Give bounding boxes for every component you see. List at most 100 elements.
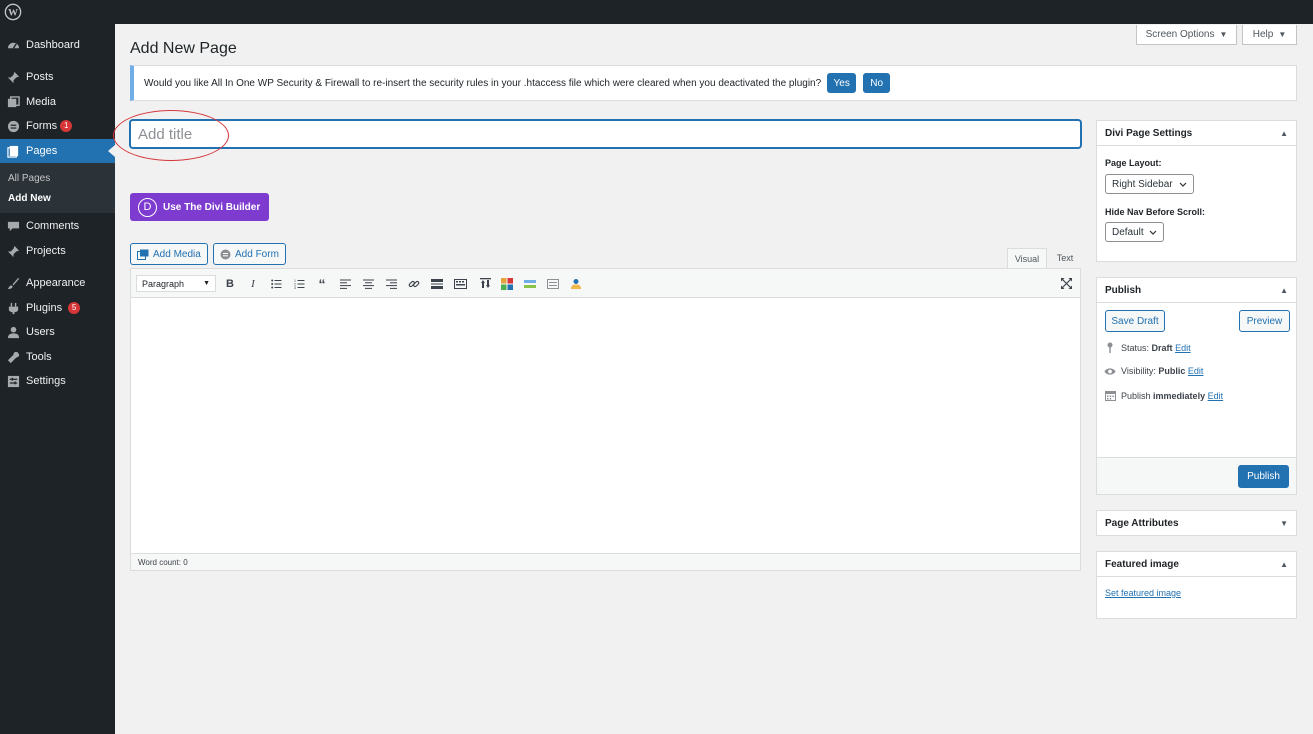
divi-builder-label: Use The Divi Builder	[163, 201, 261, 213]
set-featured-image-link[interactable]: Set featured image	[1105, 588, 1181, 598]
align-center-icon[interactable]	[359, 275, 377, 292]
sidebar-item-appearance[interactable]: Appearance	[0, 271, 115, 295]
pin-icon	[6, 70, 20, 84]
pin-icon	[6, 244, 20, 258]
tab-text[interactable]: Text	[1049, 248, 1081, 268]
bold-icon[interactable]: B	[221, 275, 239, 292]
editor-content-area[interactable]	[131, 298, 1080, 553]
edit-visibility-link[interactable]: Edit	[1188, 366, 1204, 376]
hide-nav-select[interactable]: Default	[1105, 222, 1164, 242]
edit-status-link[interactable]: Edit	[1175, 343, 1191, 353]
content-editor: Paragraph ▼ B I 123 “ Word count: 0	[130, 268, 1081, 571]
sort-icon[interactable]	[476, 275, 494, 292]
notice-yes-button[interactable]: Yes	[827, 73, 857, 93]
notice-text: Would you like All In One WP Security & …	[144, 77, 822, 89]
divi-settings-header[interactable]: Divi Page Settings ▲	[1097, 121, 1296, 146]
page-layout-label: Page Layout:	[1105, 158, 1162, 168]
sidebar-item-label: Settings	[26, 375, 66, 387]
add-media-icon	[137, 249, 149, 260]
screen-options-button[interactable]: Screen Options ▼	[1136, 25, 1237, 45]
sidebar-item-pages[interactable]: Pages	[0, 139, 115, 163]
publish-actions: Publish	[1097, 457, 1296, 494]
caret-up-icon[interactable]: ▲	[1280, 286, 1288, 295]
wordpress-logo-icon[interactable]: W	[4, 3, 22, 21]
bullet-list-icon[interactable]	[267, 275, 285, 292]
submenu-all-pages[interactable]: All Pages	[8, 173, 50, 184]
align-right-icon[interactable]	[382, 275, 400, 292]
editor-toolbar: Paragraph ▼ B I 123 “	[131, 269, 1080, 298]
shortcodes-icon[interactable]	[498, 275, 516, 292]
status-value: Draft	[1151, 342, 1173, 353]
toolbar-toggle-icon[interactable]	[451, 275, 469, 292]
sidebar-item-label: Comments	[26, 220, 80, 232]
status-label: Status:	[1121, 342, 1150, 353]
help-button[interactable]: Help ▼	[1242, 25, 1297, 45]
visibility-row: Visibility: Public Edit	[1104, 366, 1203, 376]
svg-text:3: 3	[294, 286, 296, 289]
page-attributes-header[interactable]: Page Attributes ▼	[1097, 511, 1296, 535]
notice-no-button[interactable]: No	[863, 73, 891, 93]
sidebar-item-settings[interactable]: Settings	[0, 369, 115, 393]
save-draft-button[interactable]: Save Draft	[1105, 310, 1165, 332]
divider-icon[interactable]	[521, 275, 539, 292]
sidebar-item-dashboard[interactable]: Dashboard	[0, 33, 115, 57]
chevron-down-icon	[1149, 227, 1157, 238]
tab-visual[interactable]: Visual	[1007, 248, 1047, 268]
security-notice: Would you like All In One WP Security & …	[130, 65, 1297, 101]
publish-header[interactable]: Publish ▲	[1097, 278, 1296, 303]
featured-image-header[interactable]: Featured image ▲	[1097, 552, 1296, 577]
add-media-label: Add Media	[153, 248, 201, 260]
sidebar-item-comments[interactable]: Comments	[0, 214, 115, 238]
plugins-icon	[6, 301, 20, 315]
numbered-list-icon[interactable]: 123	[290, 275, 308, 292]
page-attributes-box: Page Attributes ▼	[1096, 510, 1297, 536]
title-input[interactable]	[130, 120, 1081, 148]
columns-icon[interactable]	[544, 275, 562, 292]
sidebar-item-label: Projects	[26, 245, 66, 257]
publish-label: Publish	[1121, 390, 1151, 401]
read-more-icon[interactable]	[428, 275, 446, 292]
caret-down-icon[interactable]: ▼	[1280, 519, 1288, 528]
sidebar-item-projects[interactable]: Projects	[0, 239, 115, 263]
sidebar-item-posts[interactable]: Posts	[0, 65, 115, 89]
blockquote-icon[interactable]: “	[313, 275, 331, 292]
lock-user-icon[interactable]	[567, 275, 585, 292]
add-form-button[interactable]: Add Form	[213, 243, 286, 265]
fullscreen-icon[interactable]	[1057, 275, 1075, 292]
hide-nav-label: Hide Nav Before Scroll:	[1105, 207, 1206, 217]
edit-schedule-link[interactable]: Edit	[1208, 391, 1224, 401]
sidebar-item-users[interactable]: Users	[0, 320, 115, 344]
add-media-button[interactable]: Add Media	[130, 243, 208, 265]
publish-button[interactable]: Publish	[1238, 465, 1289, 488]
svg-text:W: W	[8, 8, 18, 19]
visibility-label: Visibility:	[1121, 366, 1156, 376]
select-value: Default	[1112, 226, 1144, 238]
sidebar-item-tools[interactable]: Tools	[0, 345, 115, 369]
settings-icon	[6, 374, 20, 388]
sidebar-item-plugins[interactable]: Plugins 5	[0, 296, 115, 320]
word-count: Word count: 0	[138, 557, 188, 567]
postbox-title: Publish	[1105, 284, 1142, 296]
divi-logo-icon: D	[138, 197, 157, 217]
sidebar-item-label: Forms	[26, 120, 58, 132]
preview-button[interactable]: Preview	[1239, 310, 1290, 332]
caret-up-icon[interactable]: ▲	[1280, 560, 1288, 569]
link-icon[interactable]	[405, 275, 423, 292]
page-layout-select[interactable]: Right Sidebar	[1105, 174, 1194, 194]
align-left-icon[interactable]	[336, 275, 354, 292]
sidebar-item-media[interactable]: Media	[0, 90, 115, 114]
featured-image-box: Featured image ▲ Set featured image	[1096, 551, 1297, 619]
format-select[interactable]: Paragraph ▼	[136, 275, 216, 292]
current-menu-arrow	[108, 145, 115, 157]
visibility-value: Public	[1158, 366, 1186, 376]
add-form-label: Add Form	[235, 248, 279, 260]
sidebar-item-forms[interactable]: Forms 1	[0, 114, 115, 138]
postbox-title: Featured image	[1105, 558, 1179, 570]
caret-up-icon[interactable]: ▲	[1280, 129, 1288, 138]
italic-icon[interactable]: I	[244, 275, 262, 292]
divi-builder-button[interactable]: D Use The Divi Builder	[130, 193, 269, 221]
users-icon	[6, 325, 20, 339]
sidebar-item-label: Plugins	[26, 302, 63, 314]
admin-sidebar: Dashboard Posts Media Forms 1 Pages All …	[0, 24, 115, 734]
submenu-add-new[interactable]: Add New	[8, 193, 51, 204]
